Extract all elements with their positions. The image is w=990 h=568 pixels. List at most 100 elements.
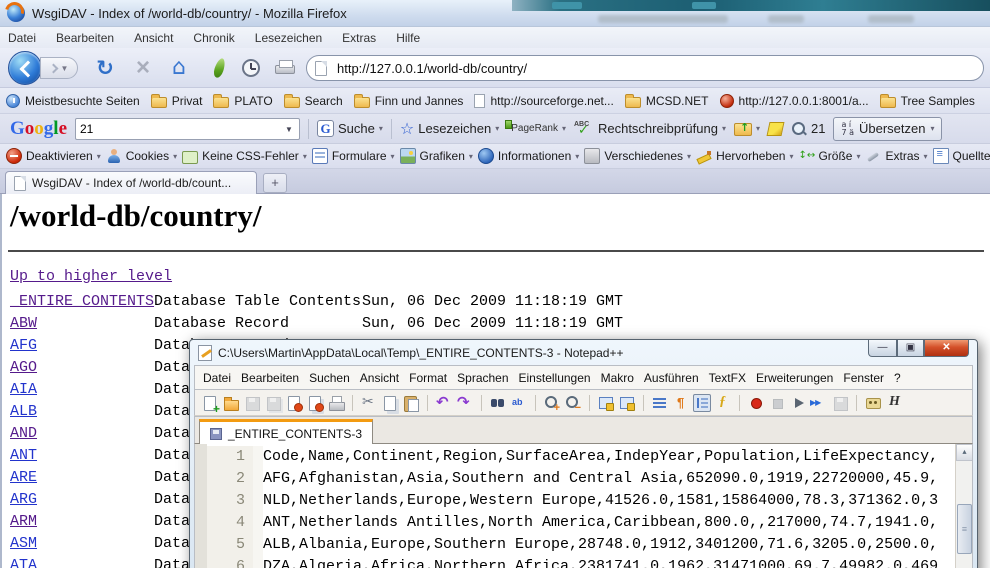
notepad-menu-item[interactable]: ? [894, 371, 901, 385]
feed-reader-button[interactable] [206, 55, 232, 81]
entry-link[interactable]: _ENTIRE_CONTENTS [10, 293, 154, 310]
open-icon[interactable] [222, 394, 240, 412]
entry-link[interactable]: ALB [10, 403, 37, 420]
new-file-icon[interactable] [201, 394, 219, 412]
scroll-up-icon[interactable]: ▲ [956, 444, 973, 461]
bookmark-item[interactable]: Search [284, 94, 343, 108]
find-icon[interactable] [489, 394, 507, 412]
menu-item[interactable]: Extras [342, 31, 376, 45]
redo-icon[interactable] [456, 394, 474, 412]
notepad-menu-item[interactable]: Fenster [843, 371, 884, 385]
entry-link[interactable]: ARE [10, 469, 37, 486]
notepad-menu-item[interactable]: Bearbeiten [241, 371, 299, 385]
zoom-in-icon[interactable] [543, 394, 561, 412]
restore-button[interactable]: ▣ [897, 340, 924, 357]
entry-link[interactable]: AGO [10, 359, 37, 376]
close-button[interactable]: ✕ [924, 340, 969, 357]
entry-link[interactable]: ATA [10, 557, 37, 568]
notepad-menu-item[interactable]: Suchen [309, 371, 350, 385]
browser-tab[interactable]: WsgiDAV - Index of /world-db/count... [5, 171, 257, 194]
webdev-item[interactable]: Keine CSS-Fehler ▾ [182, 149, 307, 164]
google-bookmarks-button[interactable]: ☆Lesezeichen▾ [400, 119, 499, 138]
search-dropdown-icon[interactable]: ▼ [281, 122, 297, 137]
notepad-menu-item[interactable]: Einstellungen [519, 371, 591, 385]
history-timer-button[interactable] [238, 55, 264, 81]
translate-button[interactable]: a í7 ä Übersetzen▾ [833, 117, 942, 141]
word-find-button[interactable]: 21 [791, 121, 825, 137]
webdev-item[interactable]: Größe ▾ [798, 148, 860, 164]
run-multi-icon[interactable] [810, 394, 828, 412]
new-tab-button[interactable]: + [263, 173, 287, 193]
bookmark-item[interactable]: MCSD.NET [625, 94, 709, 108]
separator[interactable] [589, 395, 590, 411]
notepad-menu-item[interactable]: TextFX [709, 371, 746, 385]
html-tag-icon[interactable] [885, 394, 903, 412]
notepad-menu-item[interactable]: Format [409, 371, 447, 385]
send-to-button[interactable]: ▾ [734, 121, 760, 136]
entry-link[interactable]: ARM [10, 513, 37, 530]
copy-icon[interactable] [381, 394, 399, 412]
print-button[interactable] [272, 55, 298, 81]
notepad-menu-item[interactable]: Makro [601, 371, 634, 385]
separator[interactable] [481, 395, 482, 411]
url-bar[interactable] [306, 55, 984, 81]
home-button[interactable]: ⌂ [166, 55, 192, 81]
cut-icon[interactable] [360, 394, 378, 412]
webdev-item[interactable]: Deaktivieren ▾ [6, 148, 101, 164]
highlighter-icon[interactable] [766, 122, 784, 136]
record-macro-icon[interactable] [747, 394, 765, 412]
spellcheck-button[interactable]: ABCRechtschreibprüfung▾ [574, 121, 726, 137]
bookmark-item[interactable]: Meistbesuchte Seiten [6, 94, 140, 108]
reload-button[interactable]: ↻ [92, 55, 118, 81]
indent-guide-icon[interactable] [693, 394, 711, 412]
bookmark-item[interactable]: PLATO [213, 94, 272, 108]
separator[interactable] [535, 395, 536, 411]
entry-link[interactable]: AND [10, 425, 37, 442]
menu-item[interactable]: Chronik [193, 31, 234, 45]
entry-link[interactable]: AIA [10, 381, 37, 398]
separator[interactable] [643, 395, 644, 411]
separator[interactable] [427, 395, 428, 411]
menu-item[interactable]: Hilfe [396, 31, 420, 45]
back-button[interactable] [8, 51, 42, 85]
separator[interactable] [856, 395, 857, 411]
sync-h-icon[interactable] [618, 394, 636, 412]
close-all-icon[interactable] [306, 394, 324, 412]
zoom-out-icon[interactable] [564, 394, 582, 412]
stop-macro-icon[interactable] [768, 394, 786, 412]
wrap-icon[interactable] [651, 394, 669, 412]
notepad-menu-item[interactable]: Datei [203, 371, 231, 385]
entry-link[interactable]: AFG [10, 337, 37, 354]
entry-link[interactable]: ARG [10, 491, 37, 508]
notepad-editor[interactable]: 1 Code,Name,Continent,Region,SurfaceArea… [194, 444, 973, 568]
save-all-icon[interactable] [264, 394, 282, 412]
stop-button[interactable]: × [130, 55, 156, 81]
url-input[interactable] [337, 58, 967, 78]
function-list-icon[interactable] [714, 394, 732, 412]
bookmark-item[interactable]: Tree Samples [880, 94, 975, 108]
notepad-menu-item[interactable]: Ausführen [644, 371, 699, 385]
bookmark-item[interactable]: Privat [151, 94, 203, 108]
save-macro-icon[interactable] [831, 394, 849, 412]
webdev-item[interactable]: Hervorheben ▾ [696, 148, 793, 164]
webdev-item[interactable]: Extras ▾ [865, 148, 927, 164]
entry-link[interactable]: ANT [10, 447, 37, 464]
minimize-button[interactable]: — [868, 340, 897, 357]
webdev-item[interactable]: Formulare ▾ [312, 148, 395, 164]
notepad-menu-item[interactable]: Ansicht [360, 371, 399, 385]
menu-item[interactable]: Bearbeiten [56, 31, 114, 45]
notepad-document-tab[interactable]: _ENTIRE_CONTENTS-3 [199, 419, 373, 445]
google-search-button[interactable]: GSuche▾ [317, 120, 383, 137]
bookmark-item[interactable]: http://sourceforge.net... [474, 94, 613, 108]
bookmark-item[interactable]: Finn und Jannes [354, 94, 464, 108]
separator[interactable] [352, 395, 353, 411]
menu-item[interactable]: Datei [8, 31, 36, 45]
menu-item[interactable]: Lesezeichen [255, 31, 322, 45]
up-to-higher-level-link[interactable]: Up to higher level [10, 268, 172, 285]
webdev-item[interactable]: Informationen ▾ [478, 148, 579, 164]
google-search-box[interactable]: ▼ [75, 118, 300, 140]
bookmark-item[interactable]: http://127.0.0.1:8001/a... [720, 94, 869, 108]
webdev-item[interactable]: Verschiedenes ▾ [584, 148, 691, 164]
webdev-item[interactable]: Quellte ▾ [933, 148, 990, 164]
print-icon[interactable] [327, 394, 345, 412]
